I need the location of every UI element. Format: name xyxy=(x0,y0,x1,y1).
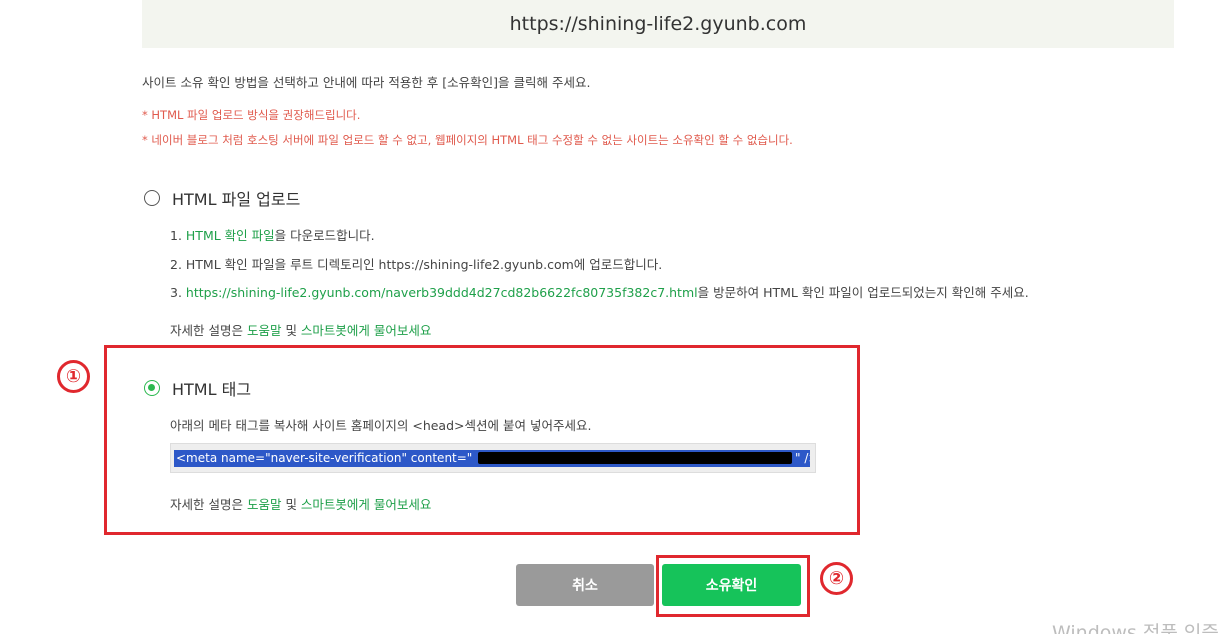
help-link[interactable]: 도움말 xyxy=(247,323,282,338)
windows-activation-watermark: Windows 정품 인증 xyxy=(1052,622,1219,634)
meta-tag-field[interactable]: <meta name="naver-site-verification" con… xyxy=(170,443,816,473)
verification-file-url-link[interactable]: https://shining-life2.gyunb.com/naverb39… xyxy=(186,285,698,300)
site-url: https://shining-life2.gyunb.com xyxy=(509,13,807,35)
radio-html-tag[interactable] xyxy=(144,380,160,396)
radio-html-file-upload[interactable] xyxy=(144,190,160,206)
redacted-verification-code xyxy=(478,452,792,464)
file-upload-step-2: 2. HTML 확인 파일을 루트 디렉토리인 https://shining-… xyxy=(170,257,663,272)
meta-tag-selection: <meta name="naver-site-verification" con… xyxy=(174,450,810,467)
html-tag-help-text: 자세한 설명은 도움말 및 스마트봇에게 물어보세요 xyxy=(170,497,432,512)
smartbot-link[interactable]: 스마트봇에게 물어보세요 xyxy=(301,497,431,512)
meta-tag-text-start: <meta name="naver-site-verification" con… xyxy=(176,451,473,465)
file-upload-help-text: 자세한 설명은 도움말 및 스마트봇에게 물어보세요 xyxy=(170,323,432,338)
option-html-file-upload[interactable]: HTML 파일 업로드 xyxy=(144,186,300,210)
intro-text: 사이트 소유 확인 방법을 선택하고 안내에 따라 적용한 후 [소유확인]을 … xyxy=(142,75,591,90)
annotation-marker-2: ② xyxy=(820,562,853,595)
smartbot-link[interactable]: 스마트봇에게 물어보세요 xyxy=(301,323,431,338)
file-upload-step-3: 3. https://shining-life2.gyunb.com/naver… xyxy=(170,285,1029,300)
confirm-ownership-button[interactable]: 소유확인 xyxy=(662,564,801,606)
warning-unsupported: * 네이버 블로그 처럼 호스팅 서버에 파일 업로드 할 수 없고, 웹페이지… xyxy=(142,133,793,147)
cancel-button[interactable]: 취소 xyxy=(516,564,654,606)
html-tag-description: 아래의 메타 태그를 복사해 사이트 홈페이지의 <head>섹션에 붙여 넣어… xyxy=(170,418,592,433)
file-upload-step-1: 1. HTML 확인 파일을 다운로드합니다. xyxy=(170,228,375,243)
verification-page: https://shining-life2.gyunb.com 사이트 소유 확… xyxy=(0,0,1224,634)
site-url-banner: https://shining-life2.gyunb.com xyxy=(142,0,1174,48)
meta-tag-text-end: " /> xyxy=(795,451,810,465)
download-html-file-link[interactable]: HTML 확인 파일 xyxy=(186,228,275,243)
option-html-file-upload-label: HTML 파일 업로드 xyxy=(172,190,301,209)
option-html-tag-label: HTML 태그 xyxy=(172,380,252,399)
warning-recommend: * HTML 파일 업로드 방식을 권장해드립니다. xyxy=(142,108,361,122)
help-link[interactable]: 도움말 xyxy=(247,497,282,512)
annotation-marker-1: ① xyxy=(57,360,90,393)
option-html-tag[interactable]: HTML 태그 xyxy=(144,376,251,400)
